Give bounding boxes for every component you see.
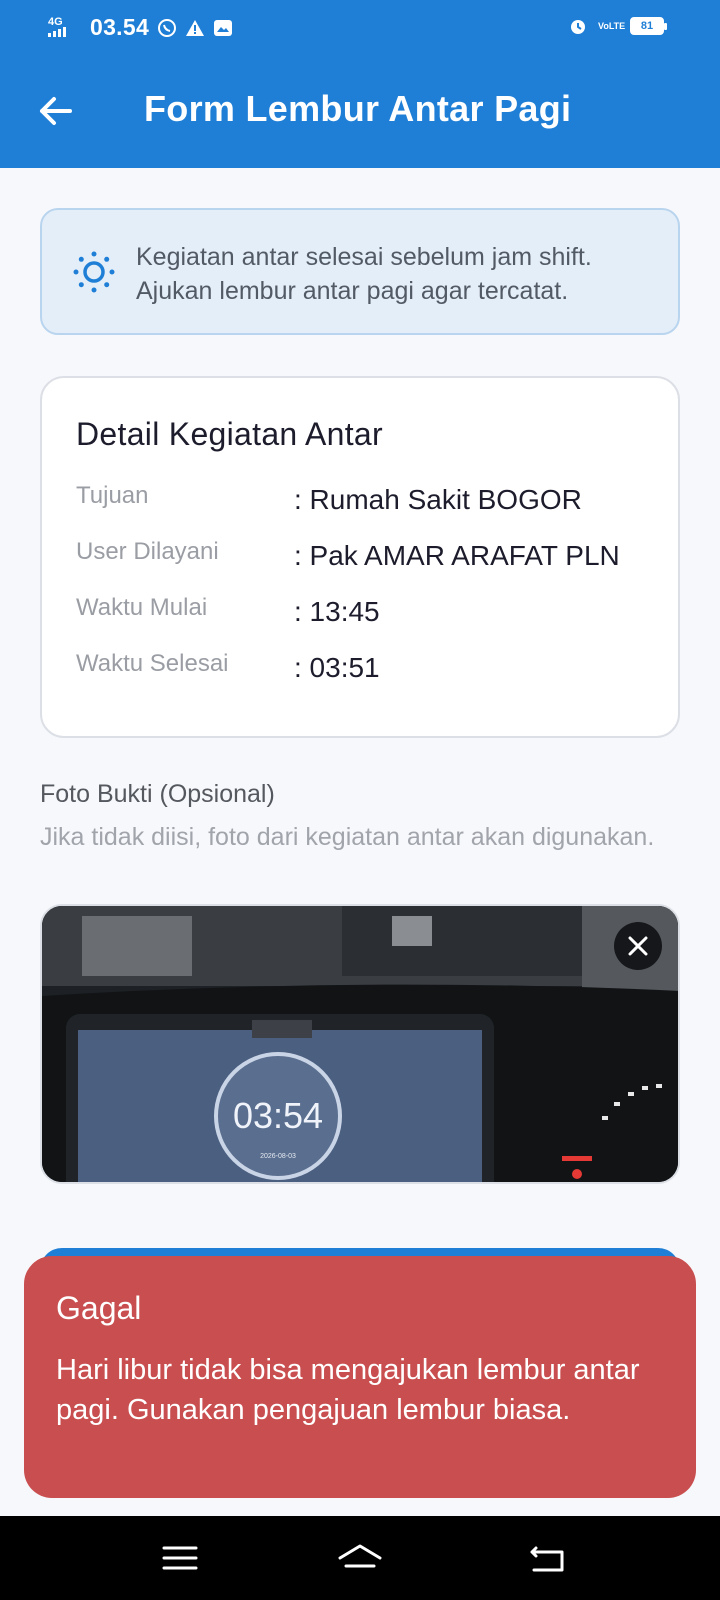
signal-indicator: 4G [48,16,82,39]
info-banner: Kegiatan antar selesai sebelum jam shift… [40,208,680,335]
photo-hint: Jika tidak diisi, foto dari kegiatan ant… [40,823,655,851]
whatsapp-icon [158,18,177,37]
detail-value: : Pak AMAR ARAFAT PLN [294,540,620,571]
detail-row-end: Waktu Selesai : 03:51 [76,650,656,694]
detail-label: Waktu Mulai [76,594,208,621]
toast-title: Gagal [56,1290,142,1326]
photo-label: Foto Bukti (Opsional) [40,780,275,808]
warning-icon [186,19,205,36]
remove-photo-button[interactable] [614,922,662,970]
status-left: 4G 03.54 [48,14,233,41]
back-nav-icon[interactable] [528,1542,568,1574]
status-time: 03.54 [90,14,150,40]
detail-row-start: Waktu Mulai : 13:45 [76,594,656,638]
sun-icon [73,251,115,293]
detail-value: : 13:45 [294,596,380,627]
status-right: VoLTE 81 [568,16,667,36]
detail-label: Waktu Selesai [76,650,229,677]
close-icon [628,936,648,956]
status-bar: 4G 03.54 VoLTE 81 [0,0,720,58]
volte-label: VoLTE [598,20,626,31]
evidence-photo[interactable]: 03:54 2026-08-03 [40,904,680,1184]
alarm-icon [571,20,585,34]
detail-label: User Dilayani [76,538,219,565]
detail-row-user: User Dilayani : Pak AMAR ARAFAT PLN [76,538,656,582]
photo-clock-time: 03:54 [233,1095,323,1136]
menu-icon[interactable] [160,1542,200,1574]
gallery-icon [214,19,233,36]
detail-value: : 03:51 [294,652,380,683]
detail-label: Tujuan [76,482,149,509]
battery-indicator: 81 [630,17,667,35]
arrow-left-icon[interactable] [36,91,76,131]
card-title: Detail Kegiatan Antar [76,416,383,452]
photo-scene: 03:54 2026-08-03 [42,906,678,1182]
signal-bars-icon [48,26,66,37]
page-title: Form Lembur Antar Pagi [144,88,572,129]
detail-row-tujuan: Tujuan : Rumah Sakit BOGOR [76,482,656,526]
app-bar: Form Lembur Antar Pagi [0,58,720,168]
info-text: Kegiatan antar selesai sebelum jam shift… [136,243,592,305]
photo-clock-date: 2026-08-03 [260,1153,296,1160]
detail-card: Detail Kegiatan Antar Tujuan : Rumah Sak… [40,376,680,738]
system-nav-bar [0,1516,720,1600]
home-icon[interactable] [336,1542,384,1574]
error-toast[interactable]: Gagal Hari libur tidak bisa mengajukan l… [24,1256,696,1498]
detail-value: : Rumah Sakit BOGOR [294,484,582,515]
toast-message: Hari libur tidak bisa mengajukan lembur … [56,1354,640,1426]
